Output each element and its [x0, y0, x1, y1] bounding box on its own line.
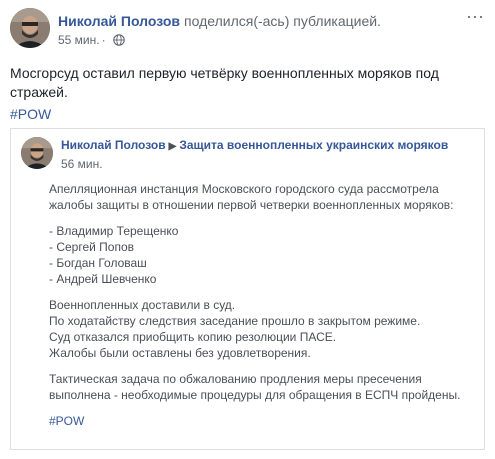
list-item: - Андрей Шевченко — [49, 272, 157, 286]
shared-hashtag-line: #POW — [49, 413, 469, 429]
arrow-right-icon: ▶ — [168, 141, 177, 152]
text-line: жалобы защиты в отношении первой четверк… — [49, 198, 454, 212]
text-line: Военнопленных доставили в суд. — [49, 298, 236, 312]
list-item: - Владимир Терещенко — [49, 224, 179, 238]
text-line: Тактическая задача по обжалованию продле… — [49, 372, 422, 386]
author-name-link[interactable]: Николай Полозов — [58, 13, 180, 29]
shared-post-header-text: Николай Полозов ▶ Защита военнопленных укр… — [61, 137, 474, 172]
shared-post-body: Апелляционная инстанция Московского горо… — [49, 181, 469, 439]
author-avatar[interactable] — [10, 8, 50, 48]
sailor-names-list: - Владимир Терещенко - Сергей Попов - Бо… — [49, 223, 469, 287]
shared-post-header-line: Николай Полозов ▶ Защита военнопленных укр… — [61, 137, 474, 155]
post-message: Мосгорсуд оставил первую четвёрку военно… — [10, 65, 439, 100]
list-item: - Сергей Попов — [49, 240, 135, 254]
more-options-icon[interactable]: ··· — [465, 7, 485, 30]
shared-post[interactable]: Николай Полозов ▶ Защита военнопленных укр… — [10, 128, 485, 450]
meta-separator: · — [101, 33, 106, 47]
shared-post-timestamp[interactable]: 56 мин. — [61, 156, 474, 172]
globe-icon[interactable] — [112, 34, 125, 46]
text-line: Жалобы были оставлены без удовлетворения… — [49, 346, 311, 360]
text-line: По ходатайству следствия заседание прошл… — [49, 314, 421, 328]
paragraph-court: Военнопленных доставили в суд. По ходата… — [49, 297, 469, 361]
text-line: Суд отказался приобщить копию резолюции … — [49, 330, 337, 344]
shared-hashtag-link[interactable]: #POW — [49, 414, 84, 428]
shared-post-header: Николай Полозов ▶ Защита военнопленных укр… — [21, 137, 474, 173]
post-meta: 55 мин. · — [58, 32, 455, 48]
post-hashtag[interactable]: #POW — [10, 105, 51, 123]
shared-author-avatar[interactable] — [21, 137, 53, 169]
post-header-text: Николай Полозов поделился(-ась) публикаци… — [58, 12, 455, 48]
post-header: Николай Полозов поделился(-ась) публикаци… — [10, 7, 485, 56]
avatar-photo — [10, 8, 50, 48]
paragraph-appeal: Апелляционная инстанция Московского горо… — [49, 181, 469, 213]
text-line: Апелляционная инстанция Московского горо… — [49, 182, 439, 196]
feed-post: Николай Полозов поделился(-ась) публикаци… — [0, 0, 495, 459]
shared-author-link[interactable]: Николай Полозов — [61, 138, 166, 152]
paragraph-result: Тактическая задача по обжалованию продле… — [49, 371, 469, 403]
shared-publication-text: поделился(-ась) публикацией. — [184, 13, 381, 29]
post-header-line: Николай Полозов поделился(-ась) публикаци… — [58, 12, 455, 30]
group-name-link[interactable]: Защита военнопленных украинских моряков — [179, 138, 448, 152]
list-item: - Богдан Головаш — [49, 256, 147, 270]
text-line: выполнена - необходимые процедуры для об… — [49, 388, 461, 402]
hashtag-link[interactable]: #POW — [10, 106, 51, 122]
post-timestamp[interactable]: 55 мин. — [58, 32, 100, 48]
shared-avatar-photo — [21, 137, 53, 169]
